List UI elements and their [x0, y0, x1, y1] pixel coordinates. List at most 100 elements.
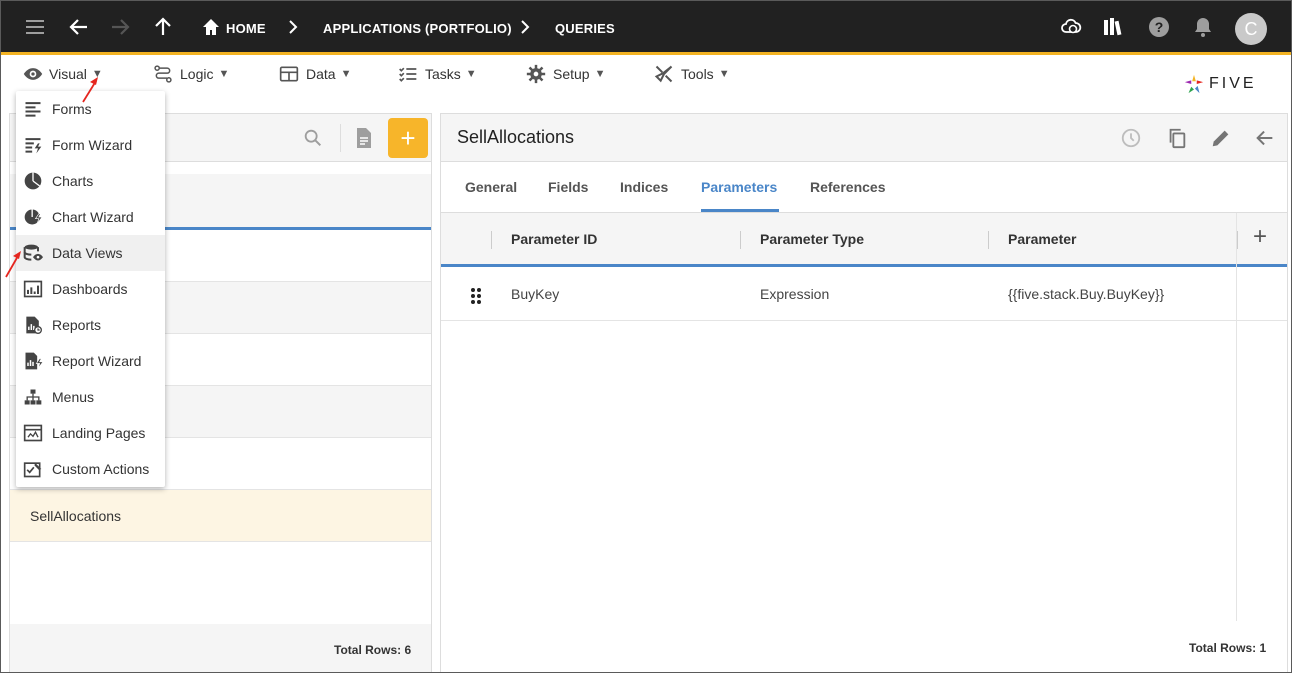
- menu-tasks[interactable]: Tasks ▼: [397, 63, 477, 85]
- eye-icon: [23, 68, 43, 80]
- menu-tools[interactable]: Tools ▼: [653, 63, 730, 85]
- cloud-sync-icon[interactable]: [1059, 15, 1083, 39]
- menu-item-menus[interactable]: Menus: [16, 379, 165, 415]
- menu-item-label: Report Wizard: [52, 353, 142, 369]
- document-icon[interactable]: [352, 125, 376, 151]
- menu-item-label: Dashboards: [52, 281, 128, 297]
- dashboards-icon: [23, 280, 43, 298]
- column-parameter-id[interactable]: Parameter ID: [511, 231, 597, 247]
- logic-icon: [154, 65, 172, 83]
- menu-item-label: Menus: [52, 389, 95, 405]
- menu-logic[interactable]: Logic ▼: [152, 63, 229, 85]
- tab-fields[interactable]: Fields: [548, 179, 588, 195]
- menu-data-label: Data: [306, 66, 336, 82]
- column-separator: [491, 231, 492, 249]
- tab-indices[interactable]: Indices: [620, 179, 668, 195]
- caret-down-icon: ▼: [218, 68, 230, 80]
- caret-down-icon: ▼: [718, 68, 730, 80]
- forward-arrow-icon[interactable]: [108, 15, 132, 39]
- parameters-table-header: Parameter ID Parameter Type Parameter +: [441, 213, 1287, 267]
- breadcrumb-queries[interactable]: QUERIES: [555, 21, 615, 36]
- menu-item-dashboards[interactable]: Dashboards: [16, 271, 165, 307]
- menu-data[interactable]: Data ▼: [278, 63, 351, 85]
- visual-dropdown-menu: Forms Form Wizard Charts Chart Wizard Da…: [16, 91, 165, 487]
- drag-handle-icon[interactable]: [469, 286, 483, 306]
- cell-parameter: {{five.stack.Buy.BuyKey}}: [1008, 286, 1165, 302]
- menu-item-data-views[interactable]: Data Views: [16, 235, 165, 271]
- forms-icon: [25, 102, 41, 117]
- menu-item-label: Landing Pages: [52, 425, 146, 441]
- active-tab-indicator: [701, 209, 779, 212]
- home-icon[interactable]: [199, 15, 223, 39]
- tab-parameters[interactable]: Parameters: [701, 179, 777, 195]
- table-right-border: [1236, 213, 1237, 621]
- five-logo-icon: [1184, 74, 1204, 94]
- menu-item-reports[interactable]: Reports: [16, 307, 165, 343]
- help-icon[interactable]: ?: [1147, 15, 1171, 39]
- menus-icon: [24, 389, 42, 405]
- history-icon[interactable]: [1120, 127, 1142, 149]
- tasks-icon: [399, 67, 417, 82]
- menu-item-label: Form Wizard: [52, 137, 133, 153]
- detail-header: SellAllocations: [441, 114, 1287, 162]
- list-item-selected[interactable]: SellAllocations: [10, 490, 431, 542]
- top-bar: HOME APPLICATIONS (PORTFOLIO) QUERIES ? …: [1, 1, 1291, 55]
- gear-icon: [526, 64, 546, 84]
- menu-setup-label: Setup: [553, 66, 590, 82]
- menu-tools-label: Tools: [681, 66, 714, 82]
- chevron-right-icon: [521, 20, 530, 34]
- library-icon[interactable]: [1101, 15, 1125, 39]
- data-views-icon: [23, 244, 43, 261]
- report-wizard-icon: [25, 352, 43, 370]
- up-arrow-icon[interactable]: [151, 15, 175, 39]
- menu-item-chart-wizard[interactable]: Chart Wizard: [16, 199, 165, 235]
- right-total-rows: Total Rows: 1: [1189, 641, 1267, 655]
- breadcrumb-applications[interactable]: APPLICATIONS (PORTFOLIO): [323, 21, 512, 36]
- cell-parameter-type: Expression: [760, 286, 830, 302]
- detail-panel: SellAllocations General Fields Indices P…: [440, 113, 1288, 672]
- search-icon[interactable]: [302, 127, 324, 149]
- form-wizard-icon: [25, 138, 42, 154]
- add-column-button[interactable]: +: [1253, 223, 1267, 251]
- bell-icon[interactable]: [1191, 15, 1215, 39]
- table-row[interactable]: BuyKey Expression {{five.stack.Buy.BuyKe…: [441, 270, 1287, 321]
- chart-wizard-icon: [24, 209, 43, 225]
- menu-item-custom-actions[interactable]: Custom Actions: [16, 451, 165, 487]
- table-icon: [279, 66, 299, 82]
- five-logo: FIVE: [1183, 70, 1273, 98]
- tools-icon: [654, 65, 673, 83]
- menu-logic-label: Logic: [180, 66, 214, 82]
- custom-actions-icon: [23, 462, 42, 478]
- menu-item-landing-pages[interactable]: Landing Pages: [16, 415, 165, 451]
- column-parameter-type[interactable]: Parameter Type: [760, 231, 864, 247]
- cell-parameter-id: BuyKey: [511, 286, 560, 302]
- menu-item-report-wizard[interactable]: Report Wizard: [16, 343, 165, 379]
- menu-item-label: Custom Actions: [52, 461, 150, 477]
- back-arrow-icon[interactable]: [1254, 127, 1276, 149]
- toolbar-divider: [340, 124, 341, 152]
- list-item-label: SellAllocations: [30, 508, 122, 524]
- back-arrow-icon[interactable]: [67, 15, 91, 39]
- annotation-arrow-icon: [5, 251, 21, 278]
- landing-pages-icon: [23, 424, 43, 442]
- copy-icon[interactable]: [1166, 127, 1188, 149]
- avatar[interactable]: C: [1235, 13, 1267, 45]
- menu-item-form-wizard[interactable]: Form Wizard: [16, 127, 165, 163]
- tab-general[interactable]: General: [465, 179, 517, 195]
- detail-tabs: General Fields Indices Parameters Refere…: [441, 163, 1287, 213]
- tab-references[interactable]: References: [810, 179, 886, 195]
- edit-pencil-icon[interactable]: [1210, 127, 1232, 149]
- add-record-button[interactable]: +: [388, 118, 428, 158]
- menu-item-label: Data Views: [52, 245, 123, 261]
- menu-bar: Visual ▼ Logic ▼ Data ▼ Tasks ▼ Setup ▼ …: [1, 55, 1291, 93]
- breadcrumb-home[interactable]: HOME: [226, 21, 266, 36]
- five-logo-text: FIVE: [1209, 75, 1257, 92]
- menu-item-charts[interactable]: Charts: [16, 163, 165, 199]
- caret-down-icon: ▼: [465, 68, 477, 80]
- column-parameter[interactable]: Parameter: [1008, 231, 1077, 247]
- hamburger-icon[interactable]: [23, 15, 47, 39]
- reports-icon: [26, 316, 42, 334]
- menu-setup[interactable]: Setup ▼: [525, 63, 605, 85]
- detail-title: SellAllocations: [457, 127, 575, 147]
- menu-item-label: Chart Wizard: [52, 209, 134, 225]
